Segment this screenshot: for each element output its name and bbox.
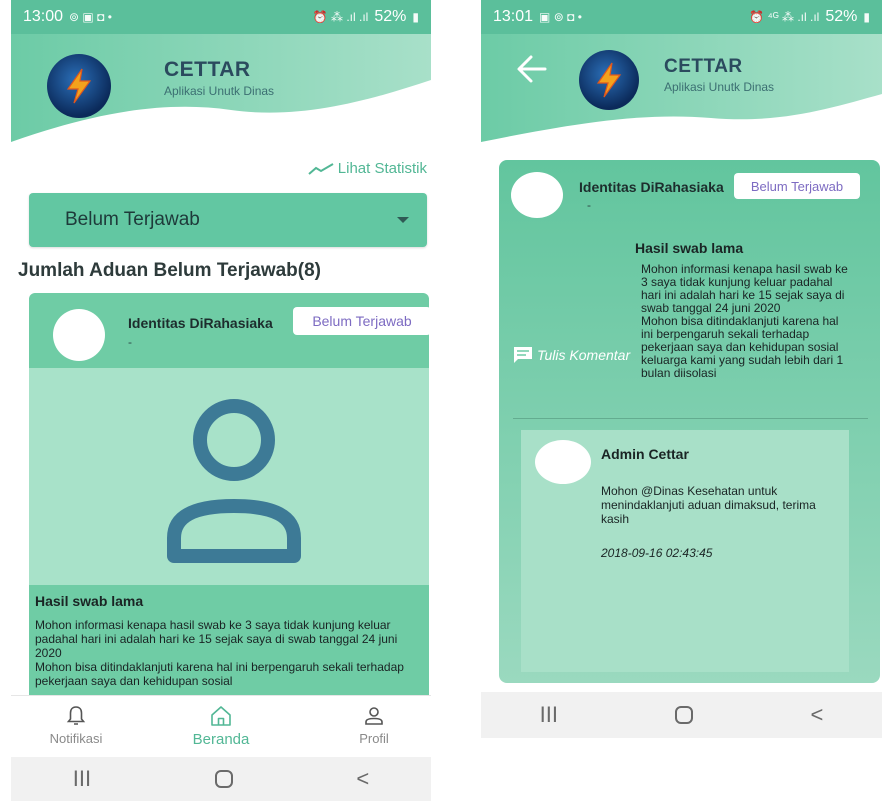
complaint-image <box>29 368 429 585</box>
admin-reply: Admin Cettar Mohon @Dinas Kesehatan untu… <box>521 430 849 672</box>
app-title: CETTAR <box>664 56 743 77</box>
complainant-detail: - <box>587 198 591 212</box>
bottom-navigation: Notifikasi Beranda Profil <box>11 695 431 757</box>
chevron-down-icon <box>397 217 409 223</box>
comment-icon <box>514 347 532 363</box>
status-time: 13:01 <box>493 8 534 25</box>
status-badge: Belum Terjawab <box>293 307 429 335</box>
user-placeholder-icon <box>167 399 301 563</box>
system-back-button[interactable]: < <box>811 702 824 728</box>
app-logo <box>47 54 111 118</box>
status-bar: 13:01 ▣ ⊚ ◘ • ⏰ ⁴ᴳ ⁂ .ıl .ıl 52% ▮ <box>481 0 882 34</box>
system-home-button[interactable] <box>214 770 233 788</box>
nav-profile-label: Profil <box>359 731 389 746</box>
signal-icons: ⏰ ⁴ᴳ ⁂ .ıl .ıl <box>749 10 820 24</box>
nav-home-label: Beranda <box>192 731 250 748</box>
app-logo <box>579 50 639 110</box>
nav-home[interactable]: Beranda <box>176 704 266 748</box>
app-title: CETTAR <box>164 58 251 81</box>
app-header: CETTAR Aplikasi Unutk Dinas <box>11 34 431 154</box>
battery-icon: ▮ <box>863 10 870 24</box>
complaint-body: Mohon informasi kenapa hasil swab ke 3 s… <box>35 618 404 688</box>
system-home-button[interactable] <box>675 706 694 724</box>
phone-left: 13:00 ⊚ ▣ ◘ • ⏰ ⁂ .ıl .ıl 52% ▮ CETTAR A… <box>11 0 431 801</box>
avatar <box>511 172 563 218</box>
system-back-button[interactable]: < <box>356 766 369 792</box>
admin-reply-timestamp: 2018-09-16 02:43:45 <box>601 546 713 560</box>
avatar <box>53 309 105 361</box>
notification-icons: ▣ ⊚ ◘ • <box>539 10 582 24</box>
signal-icons: ⏰ ⁂ .ıl .ıl <box>312 10 369 24</box>
nav-profile[interactable]: Profil <box>329 704 419 746</box>
battery-level: 52% <box>825 8 858 25</box>
home-icon <box>211 706 231 726</box>
complaint-count-heading: Jumlah Aduan Belum Terjawab(8) <box>18 260 321 281</box>
complaint-card[interactable]: Identitas DiRahasiaka - Belum Terjawab H… <box>29 293 429 703</box>
phone-right: 13:01 ▣ ⊚ ◘ • ⏰ ⁴ᴳ ⁂ .ıl .ıl 52% ▮ CETTA… <box>481 0 882 740</box>
nav-notifications[interactable]: Notifikasi <box>31 704 121 746</box>
write-comment-button[interactable]: Tulis Komentar <box>513 346 630 364</box>
app-header: CETTAR Aplikasi Unutk Dinas <box>481 34 882 154</box>
recent-apps-button[interactable]: III <box>540 702 558 728</box>
complaint-detail-card: Identitas DiRahasiaka - Belum Terjawab H… <box>499 160 880 683</box>
view-statistics-link[interactable]: Lihat Statistik <box>308 160 427 177</box>
recent-apps-button[interactable]: III <box>73 766 91 792</box>
bell-icon <box>66 706 86 725</box>
battery-level: 52% <box>374 8 407 25</box>
complaint-title: Hasil swab lama <box>635 240 744 256</box>
status-badge: Belum Terjawab <box>734 173 860 199</box>
lightning-icon <box>596 62 622 98</box>
complainant-detail: - <box>128 335 132 349</box>
lightning-icon <box>66 68 92 104</box>
admin-name: Admin Cettar <box>601 446 689 462</box>
back-arrow-icon[interactable] <box>515 52 549 86</box>
app-subtitle: Aplikasi Unutk Dinas <box>664 80 775 94</box>
complaint-body: Mohon informasi kenapa hasil swab ke 3 s… <box>641 262 848 380</box>
complainant-name: Identitas DiRahasiaka <box>579 179 724 195</box>
divider <box>513 418 868 419</box>
status-bar: 13:00 ⊚ ▣ ◘ • ⏰ ⁂ .ıl .ıl 52% ▮ <box>11 0 431 34</box>
admin-avatar <box>535 440 591 484</box>
complaint-title: Hasil swab lama <box>35 593 144 609</box>
person-icon <box>365 707 383 725</box>
complainant-name: Identitas DiRahasiaka <box>128 315 273 331</box>
nav-notifications-label: Notifikasi <box>49 731 103 746</box>
app-subtitle: Aplikasi Unutk Dinas <box>164 84 275 98</box>
write-comment-label: Tulis Komentar <box>537 347 631 363</box>
status-filter-dropdown[interactable]: Belum Terjawab <box>29 193 427 247</box>
status-filter-value: Belum Terjawab <box>65 209 200 230</box>
trend-icon <box>308 162 334 175</box>
admin-reply-body: Mohon @Dinas Kesehatan untuk menindaklan… <box>601 484 816 526</box>
status-time: 13:00 <box>23 8 64 25</box>
system-navigation-bar: III < <box>481 692 882 738</box>
battery-icon: ▮ <box>412 10 419 24</box>
notification-icons: ⊚ ▣ ◘ • <box>69 10 112 24</box>
system-navigation-bar: III < <box>11 757 431 801</box>
view-statistics-label: Lihat Statistik <box>337 160 427 177</box>
